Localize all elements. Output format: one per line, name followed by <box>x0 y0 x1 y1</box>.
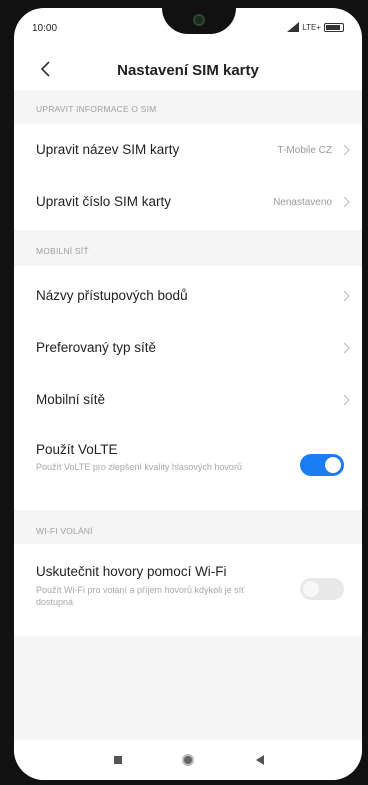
row-label: Mobilní sítě <box>36 392 106 407</box>
front-camera-icon <box>193 14 205 26</box>
row-label: Preferovaný typ sítě <box>36 340 157 355</box>
row-access-point-names[interactable]: Názvy přístupových bodů <box>14 270 362 322</box>
row-description: Použít Wi-Fi pro volání a příjem hovorů … <box>36 585 245 607</box>
navigation-bar <box>14 740 362 780</box>
row-value: T-Mobile CZ <box>277 145 332 156</box>
page-title: Nastavení SIM karty <box>117 62 259 79</box>
section-label-edit-sim: UPRAVIT INFORMACE O SIM <box>36 104 157 114</box>
row-value: Nenastaveno <box>273 197 332 208</box>
chevron-right-icon <box>343 290 350 302</box>
network-type: LTE+ <box>302 22 321 32</box>
battery-icon <box>324 22 344 32</box>
toggle-knob <box>303 581 319 597</box>
section-label-wifi-calling: WI-FI VOLÁNÍ <box>36 526 93 536</box>
row-label: Uskutečnit hovory pomocí Wi-Fi <box>36 564 227 579</box>
header: Nastavení SIM karty <box>14 52 362 88</box>
toggle-knob <box>325 457 341 473</box>
chevron-right-icon <box>343 196 350 208</box>
section-header-mobile-network: MOBILNÍ SÍŤ <box>14 230 362 266</box>
row-description: Použít VoLTE pro zlepšení kvality hlasov… <box>36 462 242 472</box>
chevron-right-icon <box>343 394 350 406</box>
status-time: 10:00 <box>32 23 58 34</box>
home-circle-icon[interactable] <box>180 752 196 768</box>
row-mobile-networks[interactable]: Mobilní sítě <box>14 374 362 426</box>
signal-icon <box>287 22 300 32</box>
volte-toggle[interactable] <box>300 454 344 476</box>
row-preferred-network-type[interactable]: Preferovaný typ sítě <box>14 322 362 374</box>
empty-area <box>14 636 362 740</box>
wifi-calling-toggle[interactable] <box>300 578 344 600</box>
row-label: Názvy přístupových bodů <box>36 288 188 303</box>
row-volte[interactable]: Použít VoLTE Použít VoLTE pro zlepšení k… <box>14 428 362 506</box>
row-label: Upravit název SIM karty <box>36 142 180 157</box>
status-icons: LTE+ <box>287 22 344 32</box>
chevron-right-icon <box>343 144 350 156</box>
row-edit-sim-name[interactable]: Upravit název SIM karty T-Mobile CZ <box>14 124 362 176</box>
section-header-edit-sim: UPRAVIT INFORMACE O SIM <box>14 90 362 124</box>
row-edit-sim-number[interactable]: Upravit číslo SIM karty Nenastaveno <box>14 176 362 228</box>
chevron-right-icon <box>343 342 350 354</box>
back-triangle-icon[interactable] <box>252 752 268 768</box>
row-label: Upravit číslo SIM karty <box>36 194 172 209</box>
section-label-mobile-network: MOBILNÍ SÍŤ <box>36 246 89 256</box>
row-label: Použít VoLTE <box>36 442 118 457</box>
screen: 10:00 LTE+ Nastavení SIM karty UPRAVIT I… <box>14 8 362 780</box>
phone-frame: 10:00 LTE+ Nastavení SIM karty UPRAVIT I… <box>0 0 368 785</box>
row-wifi-calling[interactable]: Uskutečnit hovory pomocí Wi-Fi Použít Wi… <box>14 548 362 634</box>
section-header-wifi-calling: WI-FI VOLÁNÍ <box>14 510 362 544</box>
recents-square-icon[interactable] <box>110 752 126 768</box>
